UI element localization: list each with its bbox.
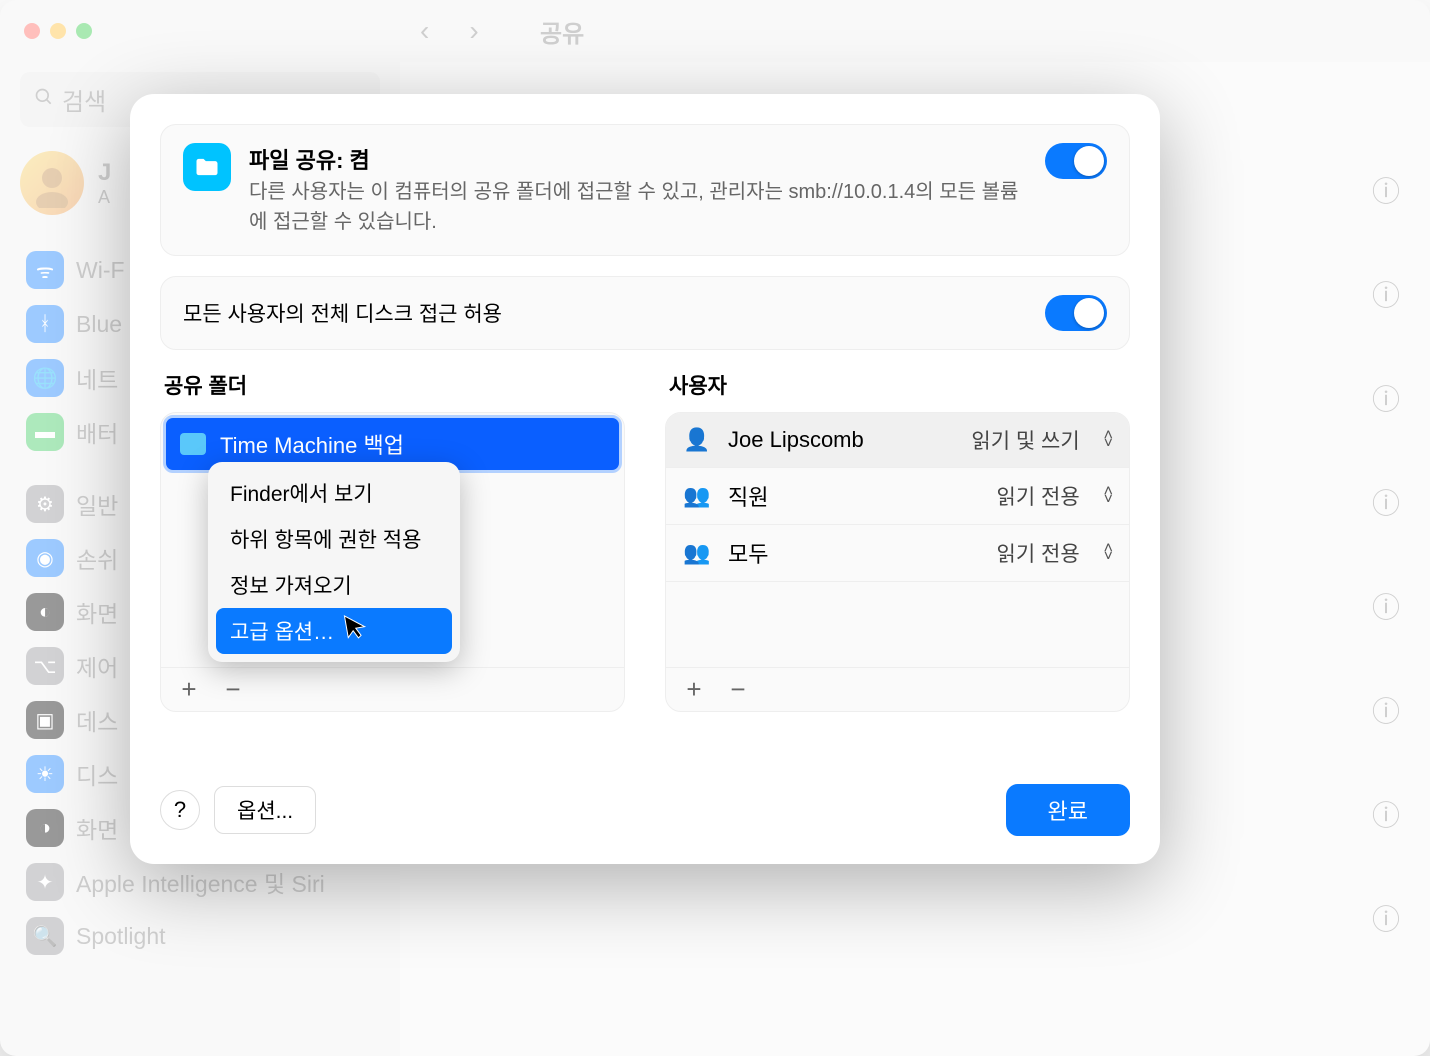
- user-icon: 👤: [682, 427, 712, 453]
- context-menu: Finder에서 보기 하위 항목에 권한 적용 정보 가져오기 고급 옵션…: [208, 462, 460, 662]
- add-user-button[interactable]: +: [676, 672, 712, 708]
- file-sharing-toggle[interactable]: [1045, 143, 1107, 179]
- done-button[interactable]: 완료: [1006, 784, 1130, 836]
- group-icon: 👥: [682, 483, 712, 509]
- options-button[interactable]: 옵션...: [214, 786, 316, 834]
- file-sharing-title: 파일 공유: 켬: [249, 143, 1027, 175]
- file-sharing-description: 다른 사용자는 이 컴퓨터의 공유 폴더에 접근할 수 있고, 관리자는 smb…: [249, 177, 1027, 237]
- ctx-get-info[interactable]: 정보 가져오기: [216, 562, 452, 608]
- add-folder-button[interactable]: +: [171, 672, 207, 708]
- full-disk-label: 모든 사용자의 전체 디스크 접근 허용: [183, 298, 502, 328]
- users-section: 사용자 👤 Joe Lipscomb 읽기 및 쓰기 ˄˅ 👥 직원 읽기 전용…: [665, 370, 1130, 712]
- everyone-icon: 👥: [682, 540, 712, 566]
- shared-folder-name: Time Machine 백업: [220, 428, 404, 460]
- user-permission: 읽기 및 쓰기: [971, 425, 1079, 455]
- user-name: 모두: [728, 537, 981, 569]
- permission-stepper-icon[interactable]: ˄˅: [1104, 432, 1113, 448]
- permission-stepper-icon[interactable]: ˄˅: [1104, 488, 1113, 504]
- file-sharing-status-card: 파일 공유: 켬 다른 사용자는 이 컴퓨터의 공유 폴더에 접근할 수 있고,…: [160, 124, 1130, 256]
- folder-icon: [180, 433, 206, 455]
- ctx-advanced-options[interactable]: 고급 옵션…: [216, 608, 452, 654]
- user-permission: 읽기 전용: [997, 481, 1080, 511]
- users-list: 👤 Joe Lipscomb 읽기 및 쓰기 ˄˅ 👥 직원 읽기 전용 ˄˅ …: [665, 412, 1130, 712]
- full-disk-access-card: 모든 사용자의 전체 디스크 접근 허용: [160, 276, 1130, 350]
- permission-stepper-icon[interactable]: ˄˅: [1104, 545, 1113, 561]
- full-disk-toggle[interactable]: [1045, 295, 1107, 331]
- user-row[interactable]: 👤 Joe Lipscomb 읽기 및 쓰기 ˄˅: [666, 413, 1129, 468]
- help-button[interactable]: ?: [160, 790, 200, 830]
- folder-icon: [183, 143, 231, 191]
- user-name: 직원: [728, 480, 981, 512]
- remove-user-button[interactable]: −: [720, 672, 756, 708]
- ctx-apply-permissions[interactable]: 하위 항목에 권한 적용: [216, 516, 452, 562]
- user-row[interactable]: 👥 모두 읽기 전용 ˄˅: [666, 525, 1129, 582]
- user-row[interactable]: 👥 직원 읽기 전용 ˄˅: [666, 468, 1129, 525]
- ctx-show-in-finder[interactable]: Finder에서 보기: [216, 470, 452, 516]
- users-label: 사용자: [665, 370, 1130, 400]
- shared-folders-label: 공유 폴더: [160, 370, 625, 400]
- user-permission: 읽기 전용: [997, 538, 1080, 568]
- user-name: Joe Lipscomb: [728, 427, 955, 453]
- remove-folder-button[interactable]: −: [215, 672, 251, 708]
